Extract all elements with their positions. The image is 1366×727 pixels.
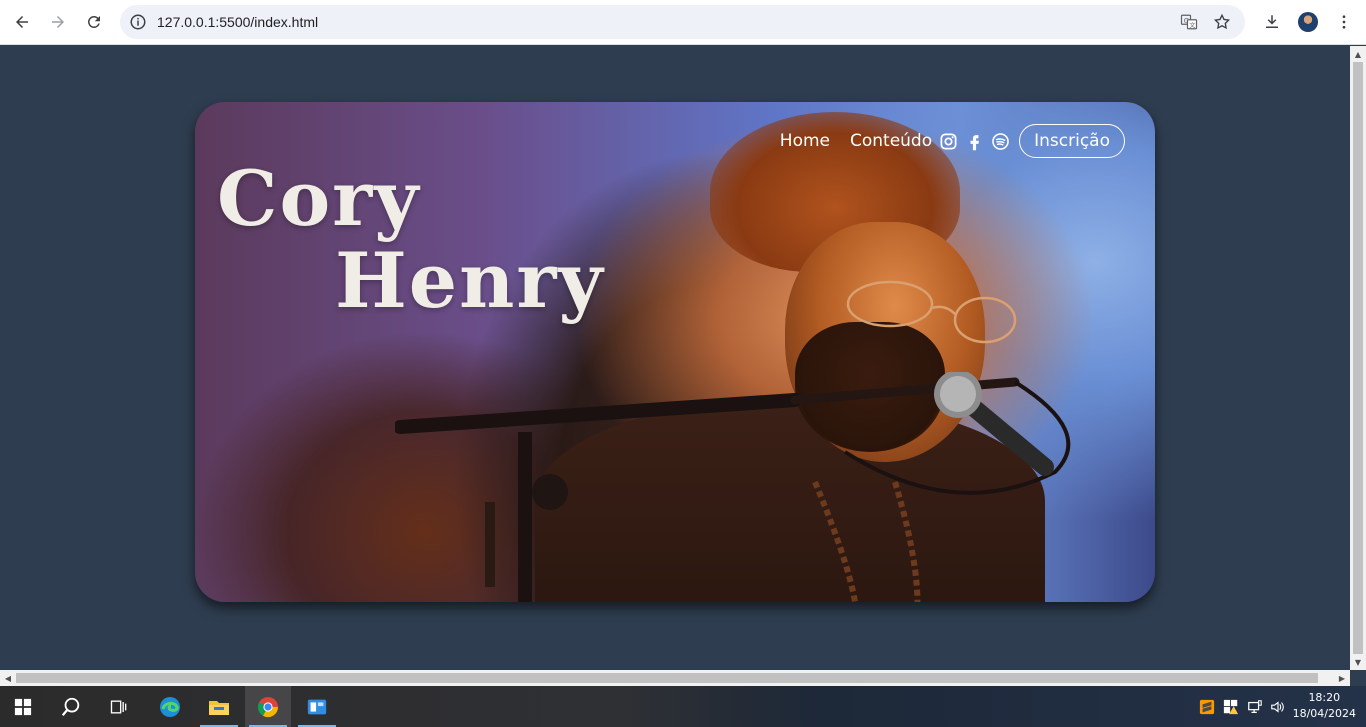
- nav-content-link[interactable]: Conteúdo: [850, 131, 932, 151]
- windows-taskbar: 18:20 18/04/2024: [0, 686, 1366, 727]
- nav-home-link[interactable]: Home: [780, 131, 830, 151]
- microphone-stand: [395, 372, 1071, 602]
- kebab-menu-icon[interactable]: [1331, 9, 1357, 35]
- download-icon[interactable]: [1259, 9, 1285, 35]
- sublime-icon[interactable]: [1198, 698, 1216, 716]
- vertical-scroll-thumb[interactable]: [1353, 62, 1363, 654]
- svg-text:文: 文: [1189, 21, 1195, 29]
- vscode-icon[interactable]: [294, 686, 340, 727]
- spotify-icon[interactable]: [990, 131, 1010, 151]
- task-view-icon[interactable]: [96, 686, 142, 727]
- artist-last-name: Henry: [335, 236, 605, 325]
- system-clock[interactable]: 18:20 18/04/2024: [1293, 690, 1356, 722]
- reload-icon[interactable]: [80, 8, 108, 36]
- file-explorer-icon[interactable]: [196, 686, 242, 727]
- signup-button[interactable]: Inscrição: [1019, 124, 1125, 158]
- url-text[interactable]: 127.0.0.1:5500/index.html: [157, 14, 318, 30]
- scroll-up-arrow-icon[interactable]: ▲: [1350, 46, 1366, 62]
- site-info-icon[interactable]: [129, 13, 147, 31]
- address-bar[interactable]: 127.0.0.1:5500/index.html G文: [120, 5, 1245, 39]
- horizontal-scrollbar[interactable]: ◀ ▶: [0, 670, 1350, 686]
- translate-icon[interactable]: G文: [1179, 12, 1199, 32]
- performer-glasses: [846, 280, 1017, 344]
- instagram-icon[interactable]: [938, 131, 958, 151]
- chrome-icon[interactable]: [245, 686, 291, 727]
- scroll-down-arrow-icon[interactable]: ▼: [1350, 654, 1366, 670]
- bookmark-star-icon[interactable]: [1212, 12, 1232, 32]
- scroll-left-arrow-icon[interactable]: ◀: [0, 670, 16, 686]
- main-nav: Home Conteúdo Inscrição: [780, 124, 1125, 158]
- back-arrow-icon[interactable]: [8, 8, 36, 36]
- hero-banner: Cory Henry Home Conteúdo Inscrição: [195, 102, 1155, 602]
- scroll-right-arrow-icon[interactable]: ▶: [1334, 670, 1350, 686]
- clock-date: 18/04/2024: [1292, 707, 1356, 720]
- vertical-scrollbar[interactable]: ▲ ▼: [1350, 46, 1366, 670]
- artist-first-name: Cory: [217, 154, 421, 243]
- forward-arrow-icon[interactable]: [44, 8, 72, 36]
- page-viewport: Cory Henry Home Conteúdo Inscrição: [0, 46, 1350, 670]
- security-warning-icon[interactable]: [1222, 698, 1240, 716]
- volume-icon[interactable]: [1269, 698, 1287, 716]
- horizontal-scroll-thumb[interactable]: [16, 673, 1318, 683]
- browser-toolbar: 127.0.0.1:5500/index.html G文: [0, 0, 1366, 45]
- network-icon[interactable]: [1246, 698, 1264, 716]
- facebook-icon[interactable]: [964, 131, 984, 151]
- edge-icon[interactable]: [147, 686, 193, 727]
- clock-time: 18:20: [1308, 691, 1341, 704]
- windows-start-icon[interactable]: [0, 686, 46, 727]
- profile-avatar[interactable]: [1295, 9, 1321, 35]
- search-icon[interactable]: [48, 686, 94, 727]
